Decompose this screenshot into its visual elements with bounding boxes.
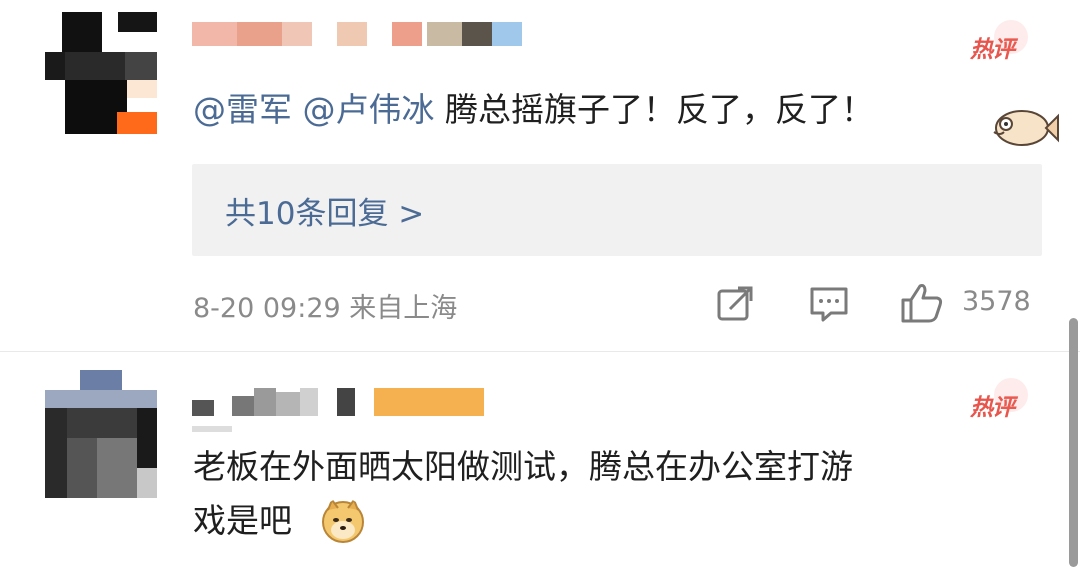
mention-link[interactable]: @雷军 <box>193 90 292 129</box>
comment-body: 老板在外面晒太阳做测试，腾总在办公室打游 <box>193 447 853 486</box>
username-pixelated[interactable] <box>192 388 492 432</box>
reply-thread-box[interactable]: 共10条回复 > <box>192 164 1042 256</box>
scrollbar[interactable] <box>1069 318 1078 567</box>
mention-link[interactable]: @卢伟冰 <box>303 90 435 129</box>
avatar[interactable] <box>45 370 157 498</box>
share-icon[interactable] <box>716 285 754 323</box>
comment-body: 戏是吧 <box>193 501 292 540</box>
like-count: 3578 <box>962 286 1031 317</box>
hot-comment-badge: 热评 <box>970 20 1028 64</box>
username-pixelated[interactable] <box>192 22 542 46</box>
fish-emoji-icon <box>993 110 1059 146</box>
comment-divider <box>0 351 1080 352</box>
location: 来自上海 <box>349 293 458 324</box>
comment-meta: 8-20 09:29 来自上海 <box>193 286 457 325</box>
comment-body: 腾总摇旗子了！反了，反了！ <box>445 90 874 129</box>
doge-emoji-icon <box>322 498 364 543</box>
hot-comment-badge: 热评 <box>970 378 1028 422</box>
timestamp: 8-20 09:29 <box>193 293 341 324</box>
view-replies-link[interactable]: 共10条回复 > <box>225 188 424 233</box>
avatar[interactable] <box>45 12 157 134</box>
like-icon[interactable] <box>900 282 944 324</box>
comment-text: @雷军 @卢伟冰 腾总摇旗子了！反了，反了！ <box>193 86 874 134</box>
comment-icon[interactable] <box>809 285 849 323</box>
